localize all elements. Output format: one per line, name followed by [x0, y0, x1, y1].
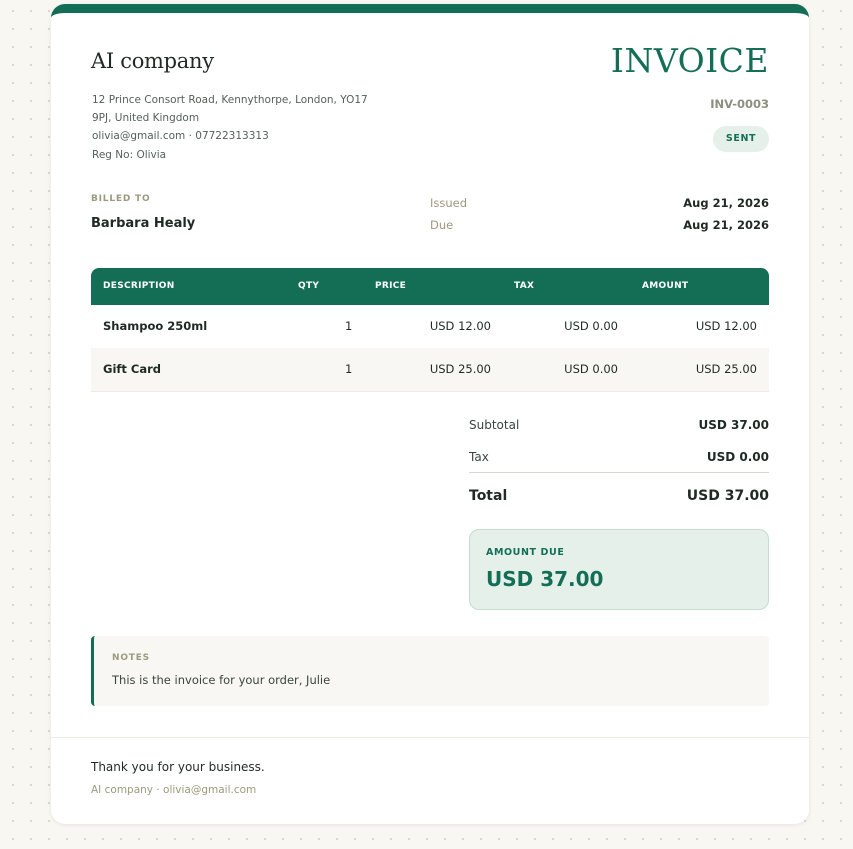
company-reg: Reg No: Olivia: [92, 149, 167, 161]
invoice-number: INV-0003: [710, 97, 769, 111]
due-label: Due: [430, 218, 454, 232]
header-amount: AMOUNT: [642, 281, 689, 291]
amount-due-box: AMOUNT DUE USD 37.00: [469, 529, 769, 610]
amount-due-label: AMOUNT DUE: [486, 547, 565, 558]
notes-text: This is the invoice for your order, Juli…: [112, 673, 331, 687]
company-name: AI company: [91, 49, 214, 73]
footer-divider: [51, 737, 809, 738]
subtotal-value: USD 37.00: [698, 418, 769, 432]
header-price: PRICE: [375, 281, 407, 291]
tax-label: Tax: [469, 450, 489, 464]
item-description: Gift Card: [103, 362, 161, 376]
amount-due-value: USD 37.00: [486, 567, 604, 591]
footer-thanks: Thank you for your business.: [91, 760, 265, 774]
item-tax: USD 0.00: [564, 319, 618, 333]
subtotal-label: Subtotal: [469, 418, 520, 432]
table-row: Gift Card 1 USD 25.00 USD 0.00 USD 25.00: [91, 348, 769, 392]
footer-contact: AI company · olivia@gmail.com: [91, 784, 257, 796]
header-tax: TAX: [514, 281, 535, 291]
billed-to-label: BILLED TO: [91, 194, 151, 204]
summary-divider: [469, 472, 769, 473]
item-amount: USD 25.00: [695, 362, 757, 376]
status-badge: SENT: [713, 126, 769, 152]
company-contact: olivia@gmail.com · 07722313313: [92, 130, 269, 142]
item-tax: USD 0.00: [564, 362, 618, 376]
issued-label: Issued: [430, 196, 468, 210]
notes-box: NOTES This is the invoice for your order…: [91, 636, 769, 706]
table-row: Shampoo 250ml 1 USD 12.00 USD 0.00 USD 1…: [91, 305, 769, 349]
due-date: Aug 21, 2026: [683, 218, 769, 232]
item-qty: 1: [345, 319, 353, 333]
total-label: Total: [469, 488, 508, 504]
item-amount: USD 12.00: [695, 319, 757, 333]
company-address-line1: 12 Prince Consort Road, Kennythorpe, Lon…: [92, 94, 368, 106]
items-table-header: DESCRIPTION QTY PRICE TAX AMOUNT: [91, 268, 769, 305]
tax-value: USD 0.00: [706, 450, 769, 464]
invoice-title: INVOICE: [610, 41, 769, 80]
invoice-card: AI company 12 Prince Consort Road, Kenny…: [51, 4, 809, 824]
header-qty: QTY: [298, 281, 320, 291]
item-description: Shampoo 250ml: [103, 319, 208, 333]
item-price: USD 12.00: [429, 319, 491, 333]
company-address-line2: 9PJ, United Kingdom: [92, 112, 200, 124]
item-price: USD 25.00: [429, 362, 491, 376]
item-qty: 1: [345, 362, 353, 376]
total-value: USD 37.00: [686, 488, 769, 504]
billed-to-name: Barbara Healy: [91, 216, 196, 231]
issued-date: Aug 21, 2026: [683, 196, 769, 210]
notes-label: NOTES: [112, 653, 150, 663]
header-description: DESCRIPTION: [103, 281, 175, 291]
